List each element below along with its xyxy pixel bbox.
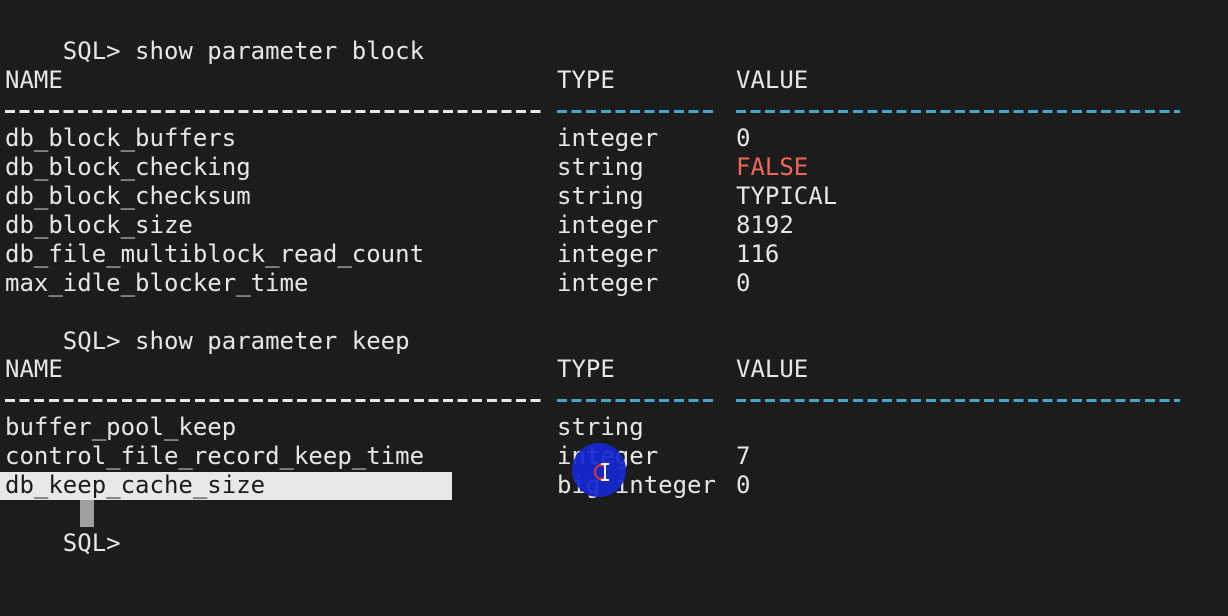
param-type: string bbox=[557, 413, 644, 441]
terminal-window[interactable]: SQL> show parameter block NAME TYPE VALU… bbox=[0, 0, 1228, 557]
table-row: db_block_size integer 8192 bbox=[5, 211, 1205, 240]
param-type: string bbox=[557, 182, 644, 210]
separator-name bbox=[5, 110, 541, 113]
param-value: 7 bbox=[736, 442, 751, 470]
param-name: db_block_checksum bbox=[5, 182, 251, 210]
command-line-2: SQL> show parameter keep bbox=[5, 298, 410, 355]
param-value: 116 bbox=[736, 240, 780, 268]
param-value: 0 bbox=[736, 269, 751, 297]
header-value: VALUE bbox=[736, 66, 809, 94]
sql-prompt: SQL> bbox=[62, 37, 121, 65]
ibeam-cursor-icon bbox=[601, 463, 609, 481]
param-value: 8192 bbox=[736, 211, 794, 239]
table-header: NAME TYPE VALUE bbox=[5, 66, 1205, 95]
param-value: FALSE bbox=[736, 153, 809, 181]
param-name: control_file_record_keep_time bbox=[5, 442, 425, 470]
param-name: db_block_buffers bbox=[5, 124, 237, 152]
terminal-cursor bbox=[80, 500, 94, 527]
param-value: 0 bbox=[736, 124, 751, 152]
command-text: show parameter block bbox=[135, 37, 425, 65]
sql-prompt: SQL> bbox=[62, 529, 121, 557]
param-name: db_block_checking bbox=[5, 153, 251, 181]
header-type: TYPE bbox=[557, 355, 615, 383]
header-type: TYPE bbox=[557, 66, 615, 94]
param-value: 0 bbox=[736, 471, 751, 499]
param-name: db_block_size bbox=[5, 211, 193, 239]
header-value: VALUE bbox=[736, 355, 809, 383]
param-type: integer bbox=[557, 269, 659, 297]
table-row: db_block_buffers integer 0 bbox=[5, 124, 1205, 153]
header-name: NAME bbox=[5, 66, 63, 94]
separator-type bbox=[557, 399, 717, 402]
param-name: max_idle_blocker_time bbox=[5, 269, 309, 297]
table-row: db_block_checksum string TYPICAL bbox=[5, 182, 1205, 211]
table-row: max_idle_blocker_time integer 0 bbox=[5, 269, 1205, 298]
param-name-selected[interactable]: db_keep_cache_size bbox=[5, 471, 265, 500]
param-name: buffer_pool_keep bbox=[5, 413, 237, 441]
separator-type bbox=[557, 110, 717, 113]
command-line-1: SQL> show parameter block bbox=[5, 8, 424, 65]
table-row: db_block_checking string FALSE bbox=[5, 153, 1205, 182]
command-text: show parameter keep bbox=[135, 327, 410, 355]
header-name: NAME bbox=[5, 355, 63, 383]
param-type: integer bbox=[557, 211, 659, 239]
table-header: NAME TYPE VALUE bbox=[5, 355, 1205, 384]
table-row: buffer_pool_keep string bbox=[5, 413, 1205, 442]
param-type: integer bbox=[557, 124, 659, 152]
param-type: integer bbox=[557, 240, 659, 268]
table-row: db_file_multiblock_read_count integer 11… bbox=[5, 240, 1205, 269]
separator-value bbox=[736, 399, 1180, 402]
sql-prompt: SQL> bbox=[62, 327, 121, 355]
param-name: db_file_multiblock_read_count bbox=[5, 240, 425, 268]
param-type: string bbox=[557, 153, 644, 181]
final-prompt-line[interactable]: SQL> bbox=[5, 500, 121, 557]
separator-value bbox=[736, 110, 1180, 113]
separator-name bbox=[5, 399, 541, 402]
param-value: TYPICAL bbox=[736, 182, 838, 210]
